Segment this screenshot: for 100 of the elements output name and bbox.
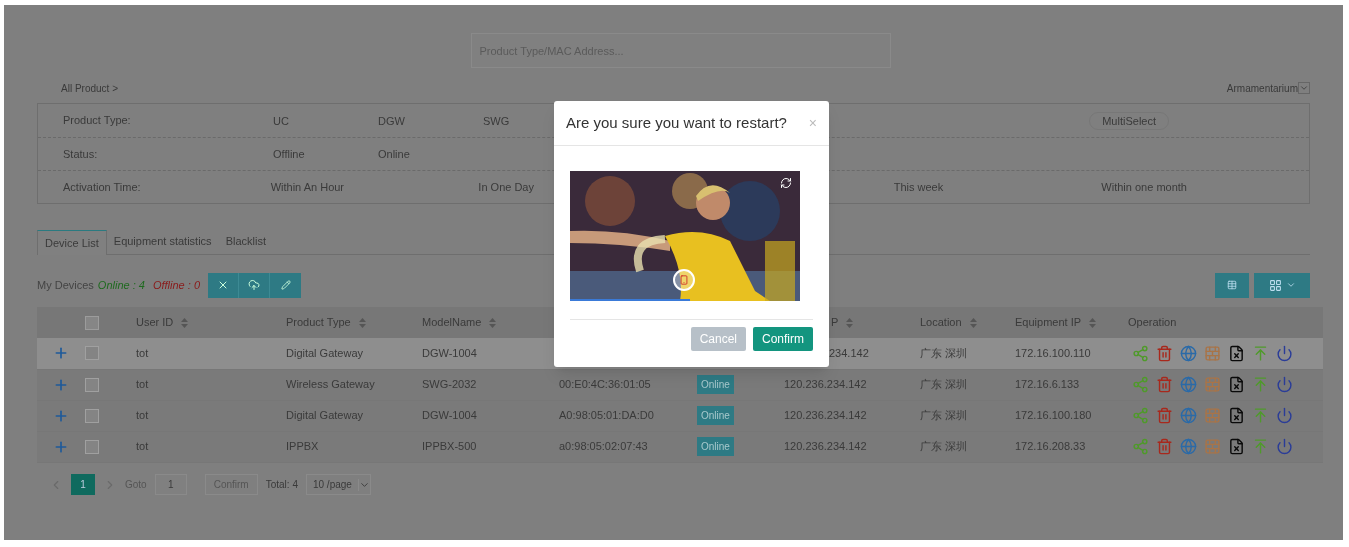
devices-label: My Devices [37, 277, 94, 293]
globe-icon[interactable] [1180, 407, 1197, 424]
rotate-handle[interactable] [673, 269, 695, 291]
cloud-upload-icon [248, 279, 260, 291]
brick-wall-icon[interactable] [1204, 407, 1221, 424]
edit-button[interactable] [270, 272, 301, 298]
table-cell: 120.236.234.142 [784, 409, 867, 422]
confirm-button[interactable]: Confirm [753, 327, 813, 351]
trash-icon[interactable] [1156, 438, 1173, 455]
checkbox[interactable] [85, 408, 99, 423]
status-badge: Online [697, 406, 734, 425]
goto-field[interactable]: 1 [154, 474, 187, 495]
file-x-icon[interactable] [1228, 344, 1245, 362]
power-icon[interactable] [1276, 376, 1293, 393]
caret-icon [1285, 280, 1296, 290]
share-icon[interactable] [1132, 407, 1149, 424]
filter-option[interactable]: Offline [273, 148, 305, 160]
filter-option[interactable]: Within An Hour [270, 181, 345, 193]
filter-option[interactable]: SWG [483, 114, 510, 127]
upload-icon[interactable] [1252, 407, 1269, 424]
table-cell: Digital Gateway [286, 409, 364, 422]
table-cell: 172.16.100.110 [1015, 347, 1091, 359]
filter-label: Product Type: [63, 113, 132, 129]
delete-button[interactable] [208, 272, 239, 298]
table-cell: 00:E0:4C:36:01:05 [559, 378, 651, 391]
table-cell: tot [136, 378, 149, 391]
checkbox[interactable] [85, 377, 99, 392]
share-icon[interactable] [1132, 344, 1149, 362]
upload-button[interactable] [239, 272, 270, 298]
category-dropdown[interactable]: Armamentarium [1226, 80, 1310, 96]
sort-icon[interactable] [358, 317, 366, 328]
column-header: User ID [136, 315, 174, 331]
tab[interactable]: Device List [37, 230, 107, 255]
power-icon[interactable] [1276, 438, 1293, 455]
checkbox[interactable] [85, 346, 99, 361]
globe-icon[interactable] [1180, 438, 1197, 455]
share-icon[interactable] [1132, 376, 1149, 393]
column-header: P [831, 315, 839, 331]
upload-icon[interactable] [1252, 438, 1269, 455]
sort-icon[interactable] [846, 317, 854, 328]
tab[interactable]: Blacklist [218, 229, 273, 254]
table-cell: SWG-2032 [422, 378, 477, 391]
table-cell: DGW-1004 [422, 409, 477, 422]
filter-option[interactable]: DGW [378, 114, 405, 127]
table-cell: 172.16.6.133 [1015, 378, 1080, 391]
globe-icon[interactable] [1180, 344, 1197, 362]
online-count: Online : 4 [97, 277, 145, 293]
table-cell: tot [136, 347, 149, 359]
table-view-button[interactable] [1215, 272, 1249, 298]
chevron-down-icon [357, 478, 370, 491]
table-cell: 120.236.234.142 [784, 440, 867, 453]
table-cell: tot [136, 440, 149, 453]
cancel-button[interactable]: Cancel [690, 327, 746, 351]
trash-icon[interactable] [1156, 407, 1173, 424]
status-badge: Online [697, 375, 734, 394]
sort-icon[interactable] [489, 317, 497, 328]
upload-icon[interactable] [1252, 344, 1269, 362]
share-icon[interactable] [1132, 438, 1149, 455]
sort-icon[interactable] [181, 317, 189, 328]
dialog-title: Are you sure you want to restart? [566, 112, 787, 133]
checkbox[interactable] [85, 315, 99, 330]
brick-wall-icon[interactable] [1204, 344, 1221, 362]
filter-option[interactable]: Online [378, 148, 410, 160]
filter-option[interactable]: Within one month [1101, 181, 1187, 193]
table-cell: 120.236.234.142 [784, 378, 867, 391]
filter-label: Activation Time: [63, 179, 142, 195]
trash-icon[interactable] [1156, 376, 1173, 393]
page-button[interactable]: 1 [71, 474, 95, 495]
checkbox[interactable] [85, 439, 99, 454]
file-x-icon[interactable] [1228, 438, 1245, 455]
filter-option[interactable]: UC [273, 114, 289, 127]
power-icon[interactable] [1276, 344, 1293, 362]
page-size-select[interactable]: 10 /page [305, 474, 371, 495]
power-icon[interactable] [1276, 407, 1293, 424]
columns-button[interactable] [1254, 272, 1310, 298]
brick-wall-icon[interactable] [1204, 438, 1221, 455]
table-cell: tot [136, 409, 149, 422]
sort-icon[interactable] [969, 317, 977, 328]
table-icon [1227, 280, 1237, 290]
table-cell: Digital Gateway [286, 347, 364, 359]
table-cell: DGW-1004 [422, 347, 477, 359]
tab[interactable]: Equipment statistics [106, 229, 219, 254]
filter-option[interactable]: In One Day [478, 181, 534, 193]
file-x-icon[interactable] [1228, 376, 1245, 393]
globe-icon[interactable] [1180, 376, 1197, 393]
trash-icon[interactable] [1156, 344, 1173, 362]
column-header: Product Type [286, 315, 351, 331]
brick-wall-icon[interactable] [1204, 376, 1221, 393]
column-header: Operation [1128, 315, 1177, 331]
breadcrumb-link[interactable]: All Product > [61, 80, 118, 96]
chevron-down-icon [1298, 82, 1310, 94]
filter-label: Status: [63, 146, 99, 162]
upload-icon[interactable] [1252, 376, 1269, 393]
file-x-icon[interactable] [1228, 407, 1245, 424]
refresh-icon[interactable] [780, 177, 792, 189]
sort-icon[interactable] [1089, 317, 1097, 328]
close-button[interactable]: × [808, 112, 817, 134]
status-badge: Online [697, 437, 734, 456]
column-header: Equipment IP [1015, 315, 1082, 331]
filter-option[interactable]: This week [893, 181, 944, 193]
